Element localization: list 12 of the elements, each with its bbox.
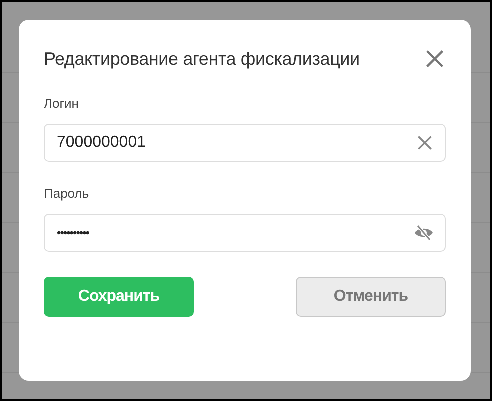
password-field[interactable]: •••••••••• — [44, 214, 446, 252]
close-button[interactable] — [424, 48, 446, 70]
input-field[interactable]: 7000000001 — [44, 124, 446, 162]
toggle-visibility-button[interactable] — [414, 225, 434, 241]
hidden-eye-icon — [414, 225, 434, 241]
field-label: Пароль — [44, 186, 90, 202]
cancel-button[interactable]: Отменить — [296, 277, 446, 317]
clear-icon — [416, 134, 434, 152]
field-label: Логин — [44, 96, 80, 112]
clear-button[interactable] — [416, 134, 434, 152]
close-icon — [424, 48, 446, 70]
dialog-title: Редактирование агента фискализации — [44, 48, 360, 70]
